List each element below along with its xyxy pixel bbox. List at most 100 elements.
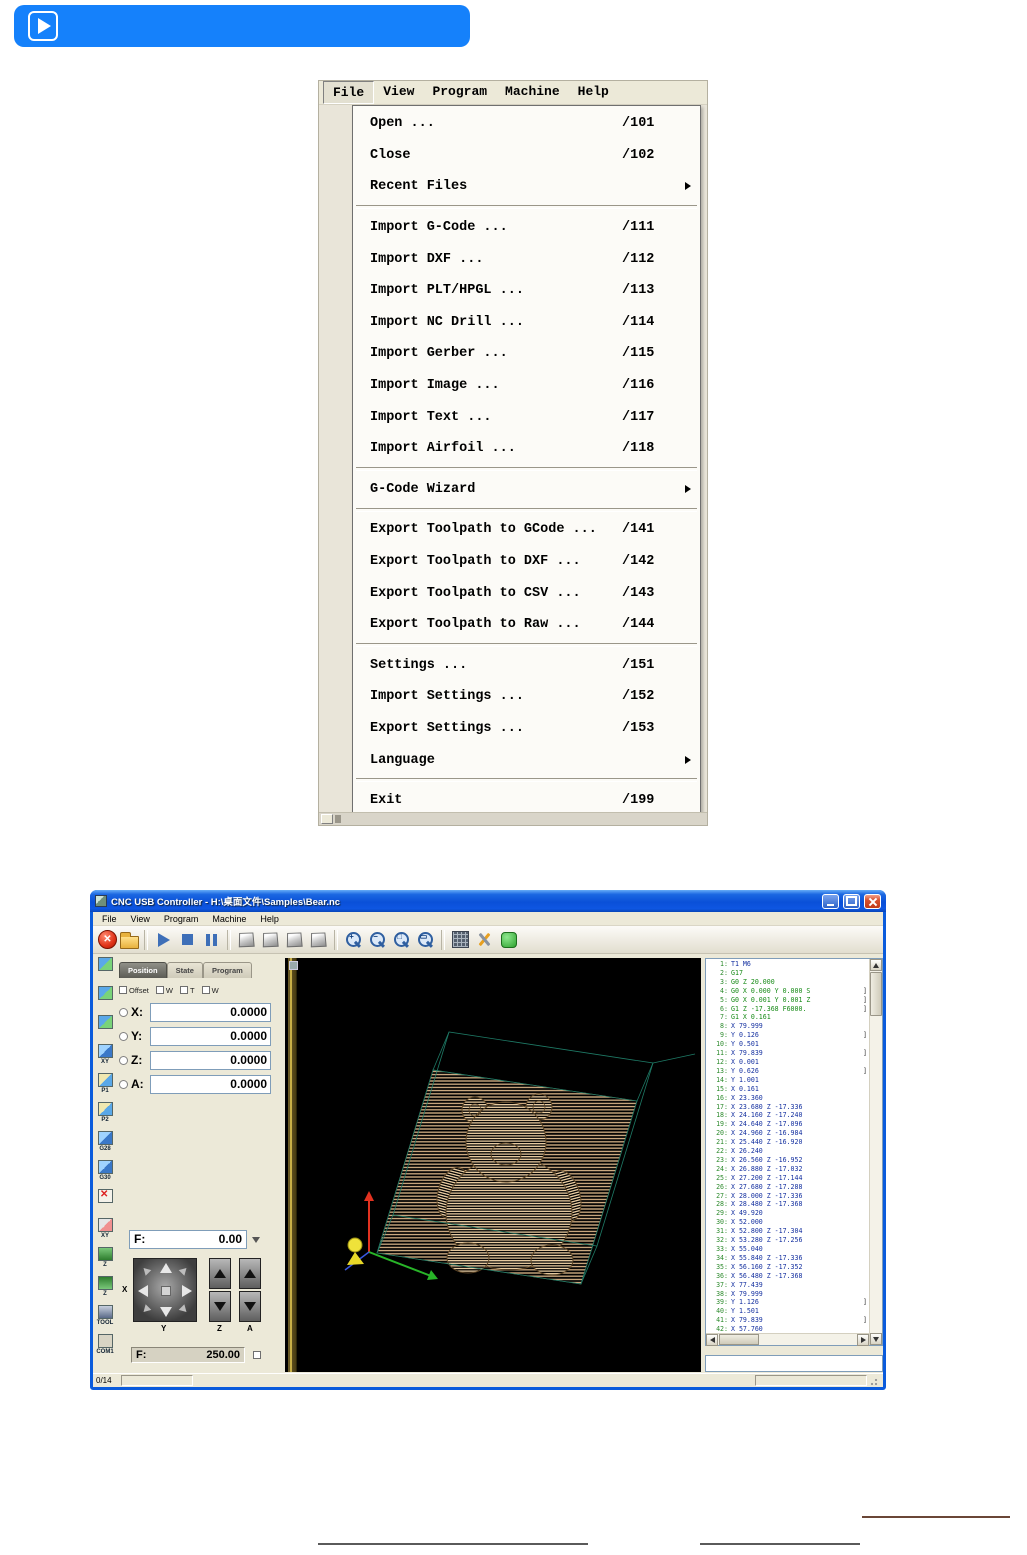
gcode-line[interactable]: 38: X 79.999 <box>707 1290 868 1299</box>
menu-bar-item[interactable]: Machine <box>496 81 569 104</box>
gcode-line[interactable]: 25: X 27.200 Z -17.144 <box>707 1174 868 1183</box>
gcode-command-input[interactable] <box>705 1355 883 1372</box>
zoom-extents-icon[interactable]: □ <box>391 929 412 950</box>
close-button[interactable] <box>864 893 881 909</box>
gcode-line[interactable]: 24: X 26.880 Z -17.032 <box>707 1165 868 1174</box>
checkbox[interactable] <box>119 986 127 994</box>
axis-value-field[interactable]: 0.0000 <box>150 1026 271 1046</box>
menu-item[interactable]: Import Gerber ... /115 <box>353 338 700 370</box>
jog-upright-arrow-icon[interactable] <box>178 1265 190 1276</box>
menu-item[interactable]: Export Toolpath to GCode ... /141 <box>353 514 700 546</box>
jog-downright-arrow-icon[interactable] <box>178 1304 190 1315</box>
panel-tab[interactable]: Program <box>202 962 252 978</box>
menu-item[interactable] <box>353 465 700 474</box>
gcode-line[interactable]: 20: X 24.960 Z -16.984 <box>707 1129 868 1138</box>
panel-tab[interactable]: Position <box>119 962 167 978</box>
gcode-line[interactable]: 41: X 79.839 ] <box>707 1316 868 1325</box>
axis-radio[interactable] <box>119 1007 128 1017</box>
gcode-line[interactable]: 1: T1 M6 <box>707 960 868 969</box>
horizontal-scroll-thumb[interactable] <box>719 1334 759 1345</box>
gcode-line[interactable]: 14: Y 1.001 <box>707 1076 868 1085</box>
gcode-line[interactable]: 5: G0 X 0.001 Y 0.001 Z ] <box>707 996 868 1005</box>
pause-icon[interactable] <box>201 929 222 950</box>
menu-item[interactable]: Export Toolpath to Raw ... /144 <box>353 609 700 641</box>
jog-center-button[interactable] <box>161 1286 171 1296</box>
app-menu-item[interactable]: Machine <box>205 912 253 925</box>
gcode-line[interactable]: 4: G0 X 0.000 Y 0.000 S ] <box>707 987 868 996</box>
menu-item[interactable]: Import NC Drill ... /114 <box>353 307 700 339</box>
scroll-up-button[interactable] <box>870 959 882 971</box>
zoom-window-icon[interactable]: ▭ <box>415 929 436 950</box>
offset-checkbox-pair[interactable]: W <box>201 986 219 995</box>
sidebar-icon-button[interactable]: Z <box>95 1276 115 1303</box>
gcode-line[interactable]: 29: X 49.920 <box>707 1209 868 1218</box>
jog-z-down-button[interactable] <box>209 1291 231 1322</box>
menu-item[interactable]: Export Toolpath to DXF ... /142 <box>353 546 700 578</box>
jog-a-up-button[interactable] <box>239 1258 261 1289</box>
sidebar-icon-button[interactable]: P1 <box>95 1073 115 1100</box>
feed-current-field[interactable]: F: 0.00 <box>129 1230 247 1249</box>
scrollbar-thumb[interactable] <box>321 814 333 824</box>
minimize-button[interactable] <box>822 893 839 909</box>
menu-item[interactable]: Import Settings ... /152 <box>353 681 700 713</box>
gcode-line[interactable]: 15: X 0.161 <box>707 1085 868 1094</box>
gcode-line[interactable]: 40: Y 1.501 <box>707 1307 868 1316</box>
gcode-line[interactable]: 3: G0 Z 20.000 <box>707 978 868 987</box>
gcode-line[interactable]: 18: X 24.160 Z -17.240 <box>707 1111 868 1120</box>
axis-radio[interactable] <box>119 1055 128 1065</box>
menu-bar-item[interactable]: Program <box>423 81 496 104</box>
feed-set-checkbox[interactable] <box>253 1350 261 1359</box>
offset-checkbox-pair[interactable]: W <box>155 986 173 995</box>
jog-xy-pad[interactable] <box>133 1258 197 1322</box>
sidebar-icon-button[interactable]: XY <box>95 1218 115 1245</box>
jog-left-arrow-icon[interactable] <box>138 1285 148 1297</box>
menu-item[interactable]: Import Image ... /116 <box>353 370 700 402</box>
view-top-icon[interactable] <box>260 929 281 950</box>
menu-item[interactable]: Export Settings ... /153 <box>353 713 700 745</box>
window-titlebar[interactable]: CNC USB Controller - H:\桌面文件\Samples\Bea… <box>90 890 886 912</box>
menu-item[interactable]: Recent Files <box>353 171 700 203</box>
view-side-icon[interactable] <box>308 929 329 950</box>
scroll-down-button[interactable] <box>870 1333 882 1345</box>
offset-checkbox-pair[interactable]: Offset <box>119 986 149 995</box>
open-file-icon[interactable] <box>120 931 139 949</box>
gcode-line[interactable]: 32: X 53.280 Z -17.256 <box>707 1236 868 1245</box>
jog-a-down-button[interactable] <box>239 1291 261 1322</box>
gcode-vertical-scrollbar[interactable] <box>869 959 882 1345</box>
jog-downleft-arrow-icon[interactable] <box>140 1304 152 1315</box>
menu-item[interactable] <box>353 776 700 785</box>
zoom-in-icon[interactable]: + <box>343 929 364 950</box>
gcode-line[interactable]: 23: X 26.560 Z -16.952 <box>707 1156 868 1165</box>
zoom-out-icon[interactable]: − <box>367 929 388 950</box>
gcode-line[interactable]: 6: G1 Z -17.368 F6000. ] <box>707 1005 868 1014</box>
jog-upleft-arrow-icon[interactable] <box>140 1265 152 1276</box>
menu-item[interactable]: Settings ... /151 <box>353 650 700 682</box>
axis-radio[interactable] <box>119 1031 128 1041</box>
sidebar-icon-button[interactable] <box>95 986 115 1013</box>
gcode-line[interactable]: 17: X 23.680 Z -17.336 <box>707 1103 868 1112</box>
sidebar-icon-button[interactable]: COM1 <box>95 1334 115 1361</box>
app-menu-item[interactable]: Program <box>157 912 206 925</box>
toolpath-3d-view[interactable] <box>285 958 701 1372</box>
resize-grip[interactable] <box>870 1375 880 1386</box>
toolbar-separator[interactable] <box>144 929 148 950</box>
gcode-line[interactable]: 2: G17 <box>707 969 868 978</box>
gcode-line[interactable]: 12: X 0.001 <box>707 1058 868 1067</box>
maximize-button[interactable] <box>843 893 860 909</box>
sidebar-icon-button[interactable]: G28 <box>95 1131 115 1158</box>
play-icon[interactable] <box>153 929 174 950</box>
sidebar-icon-button[interactable] <box>95 1189 115 1216</box>
menu-item[interactable] <box>353 505 700 514</box>
gcode-line[interactable]: 11: X 79.839 ] <box>707 1049 868 1058</box>
sidebar-icon-button[interactable]: G30 <box>95 1160 115 1187</box>
sidebar-icon-button[interactable]: Z <box>95 1247 115 1274</box>
menu-item[interactable] <box>353 641 700 650</box>
gcode-line[interactable]: 8: X 79.999 <box>707 1022 868 1031</box>
gcode-line[interactable]: 7: G1 X 0.161 <box>707 1013 868 1022</box>
checkbox[interactable] <box>201 986 210 994</box>
menu-item[interactable]: Import G-Code ... /111 <box>353 212 700 244</box>
menu-item[interactable]: Open ... /101 <box>353 108 700 140</box>
sidebar-icon-button[interactable] <box>95 1015 115 1042</box>
gcode-line[interactable]: 35: X 56.160 Z -17.352 <box>707 1263 868 1272</box>
gcode-list[interactable]: 1: T1 M6 2: G17 3: G0 Z 20.000 4: G0 X 0… <box>705 958 883 1346</box>
